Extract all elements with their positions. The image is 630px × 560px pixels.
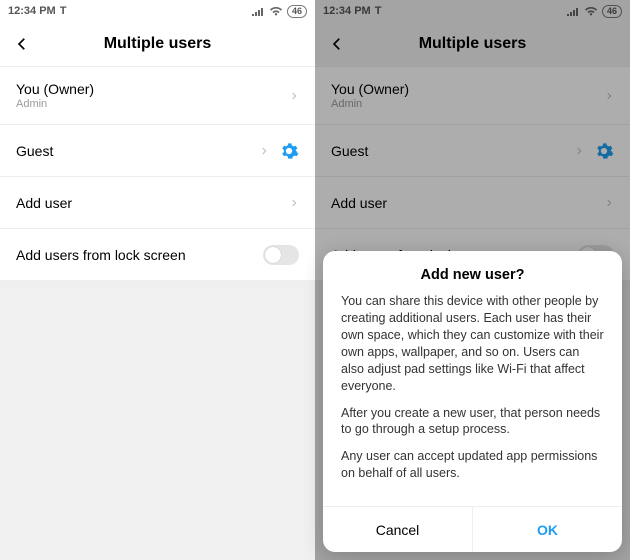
dialog-buttons: Cancel OK bbox=[323, 506, 622, 552]
guest-settings-button[interactable] bbox=[279, 141, 299, 161]
row-guest[interactable]: Guest bbox=[0, 125, 315, 177]
row-lock-title: Add users from lock screen bbox=[16, 247, 257, 263]
dialog-paragraph: After you create a new user, that person… bbox=[341, 405, 604, 439]
ok-button[interactable]: OK bbox=[473, 507, 622, 552]
row-add-user[interactable]: Add user bbox=[0, 177, 315, 229]
row-guest-title: Guest bbox=[16, 143, 253, 159]
row-owner-title: You (Owner) bbox=[16, 81, 283, 97]
carrier-icon: T bbox=[60, 5, 67, 17]
battery-icon: 46 bbox=[287, 5, 307, 18]
row-add-title: Add user bbox=[16, 195, 283, 211]
cancel-button[interactable]: Cancel bbox=[323, 507, 472, 552]
page-title: Multiple users bbox=[104, 35, 212, 53]
lock-screen-toggle[interactable] bbox=[263, 245, 299, 265]
chevron-left-icon bbox=[13, 35, 31, 53]
gear-icon bbox=[279, 141, 299, 161]
screen-right: 12:34 PM T 46 Multiple users You (Owner)… bbox=[315, 0, 630, 560]
chevron-right-icon bbox=[289, 89, 299, 103]
wifi-icon bbox=[269, 6, 283, 16]
dialog-body: You can share this device with other peo… bbox=[323, 293, 622, 506]
row-owner[interactable]: You (Owner) Admin bbox=[0, 67, 315, 125]
row-owner-sub: Admin bbox=[16, 98, 283, 110]
chevron-right-icon bbox=[259, 144, 269, 158]
status-time: 12:34 PM bbox=[8, 5, 56, 17]
dialog-paragraph: Any user can accept updated app permissi… bbox=[341, 448, 604, 482]
chevron-right-icon bbox=[289, 196, 299, 210]
row-lock-screen-users: Add users from lock screen bbox=[0, 229, 315, 281]
dialog-paragraph: You can share this device with other peo… bbox=[341, 293, 604, 394]
status-bar: 12:34 PM T 46 bbox=[0, 0, 315, 22]
back-button[interactable] bbox=[10, 32, 34, 56]
signal-icon bbox=[252, 6, 265, 16]
screen-left: 12:34 PM T 46 Multiple users You (Owner)… bbox=[0, 0, 315, 560]
user-list: You (Owner) Admin Guest Add user Add use… bbox=[0, 66, 315, 281]
add-user-dialog: Add new user? You can share this device … bbox=[323, 251, 622, 552]
empty-area bbox=[0, 281, 315, 560]
app-header: Multiple users bbox=[0, 22, 315, 66]
dialog-title: Add new user? bbox=[323, 251, 622, 293]
